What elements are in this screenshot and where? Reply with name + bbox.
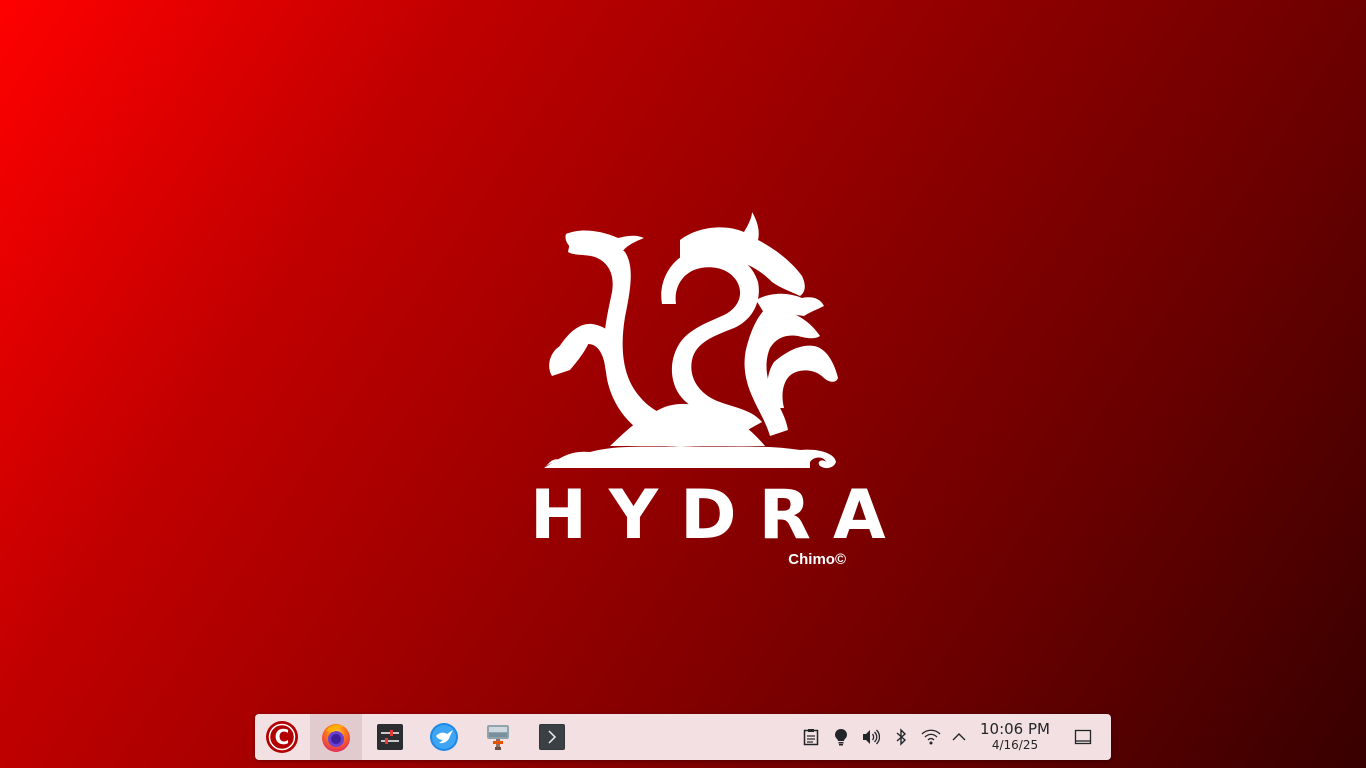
hydra-logo: HYDRA Chimo©	[520, 212, 908, 582]
terminal-icon	[539, 724, 565, 750]
blue-bird-icon	[430, 723, 458, 751]
show-desktop-button[interactable]	[1073, 727, 1093, 747]
hammer-icon	[487, 725, 509, 750]
clock-time: 10:06 PM	[980, 720, 1050, 738]
hammer-tool-button[interactable]	[472, 714, 524, 760]
digital-clock[interactable]: 10:06 PM 4/16/25	[971, 720, 1059, 752]
system-settings-button[interactable]	[364, 714, 416, 760]
clock-date: 4/16/25	[991, 738, 1039, 752]
firefox-button[interactable]	[310, 714, 362, 760]
volume-tray-button[interactable]	[861, 727, 881, 747]
clipboard-icon	[803, 729, 819, 746]
bluetooth-icon	[896, 728, 907, 746]
terminal-button[interactable]	[526, 714, 578, 760]
clipboard-tray-button[interactable]	[801, 727, 821, 747]
wifi-icon	[921, 729, 941, 745]
network-tray-button[interactable]	[921, 727, 941, 747]
volume-icon	[863, 729, 880, 745]
settings-sliders-icon	[377, 724, 403, 750]
discover-button[interactable]	[418, 714, 470, 760]
taskbar-panel: C 10:06 PM 4/16/25	[255, 714, 1111, 760]
show-hidden-icons-button[interactable]	[949, 727, 969, 747]
application-launcher-button[interactable]: C	[256, 714, 308, 760]
desktop-wallpaper: HYDRA Chimo©	[0, 0, 1366, 768]
lightbulb-icon	[835, 729, 847, 746]
hydra-c-logo-icon: C	[266, 721, 298, 753]
svg-text:C: C	[275, 725, 290, 749]
firefox-icon	[322, 724, 350, 752]
hydra-credit: Chimo©	[788, 551, 846, 568]
hydra-dragon-emblem	[544, 212, 838, 469]
chevron-up-icon	[952, 733, 966, 741]
bluetooth-tray-button[interactable]	[891, 727, 911, 747]
night-light-tray-button[interactable]	[831, 727, 851, 747]
hydra-title: HYDRA	[530, 476, 908, 555]
show-desktop-icon	[1074, 729, 1092, 745]
